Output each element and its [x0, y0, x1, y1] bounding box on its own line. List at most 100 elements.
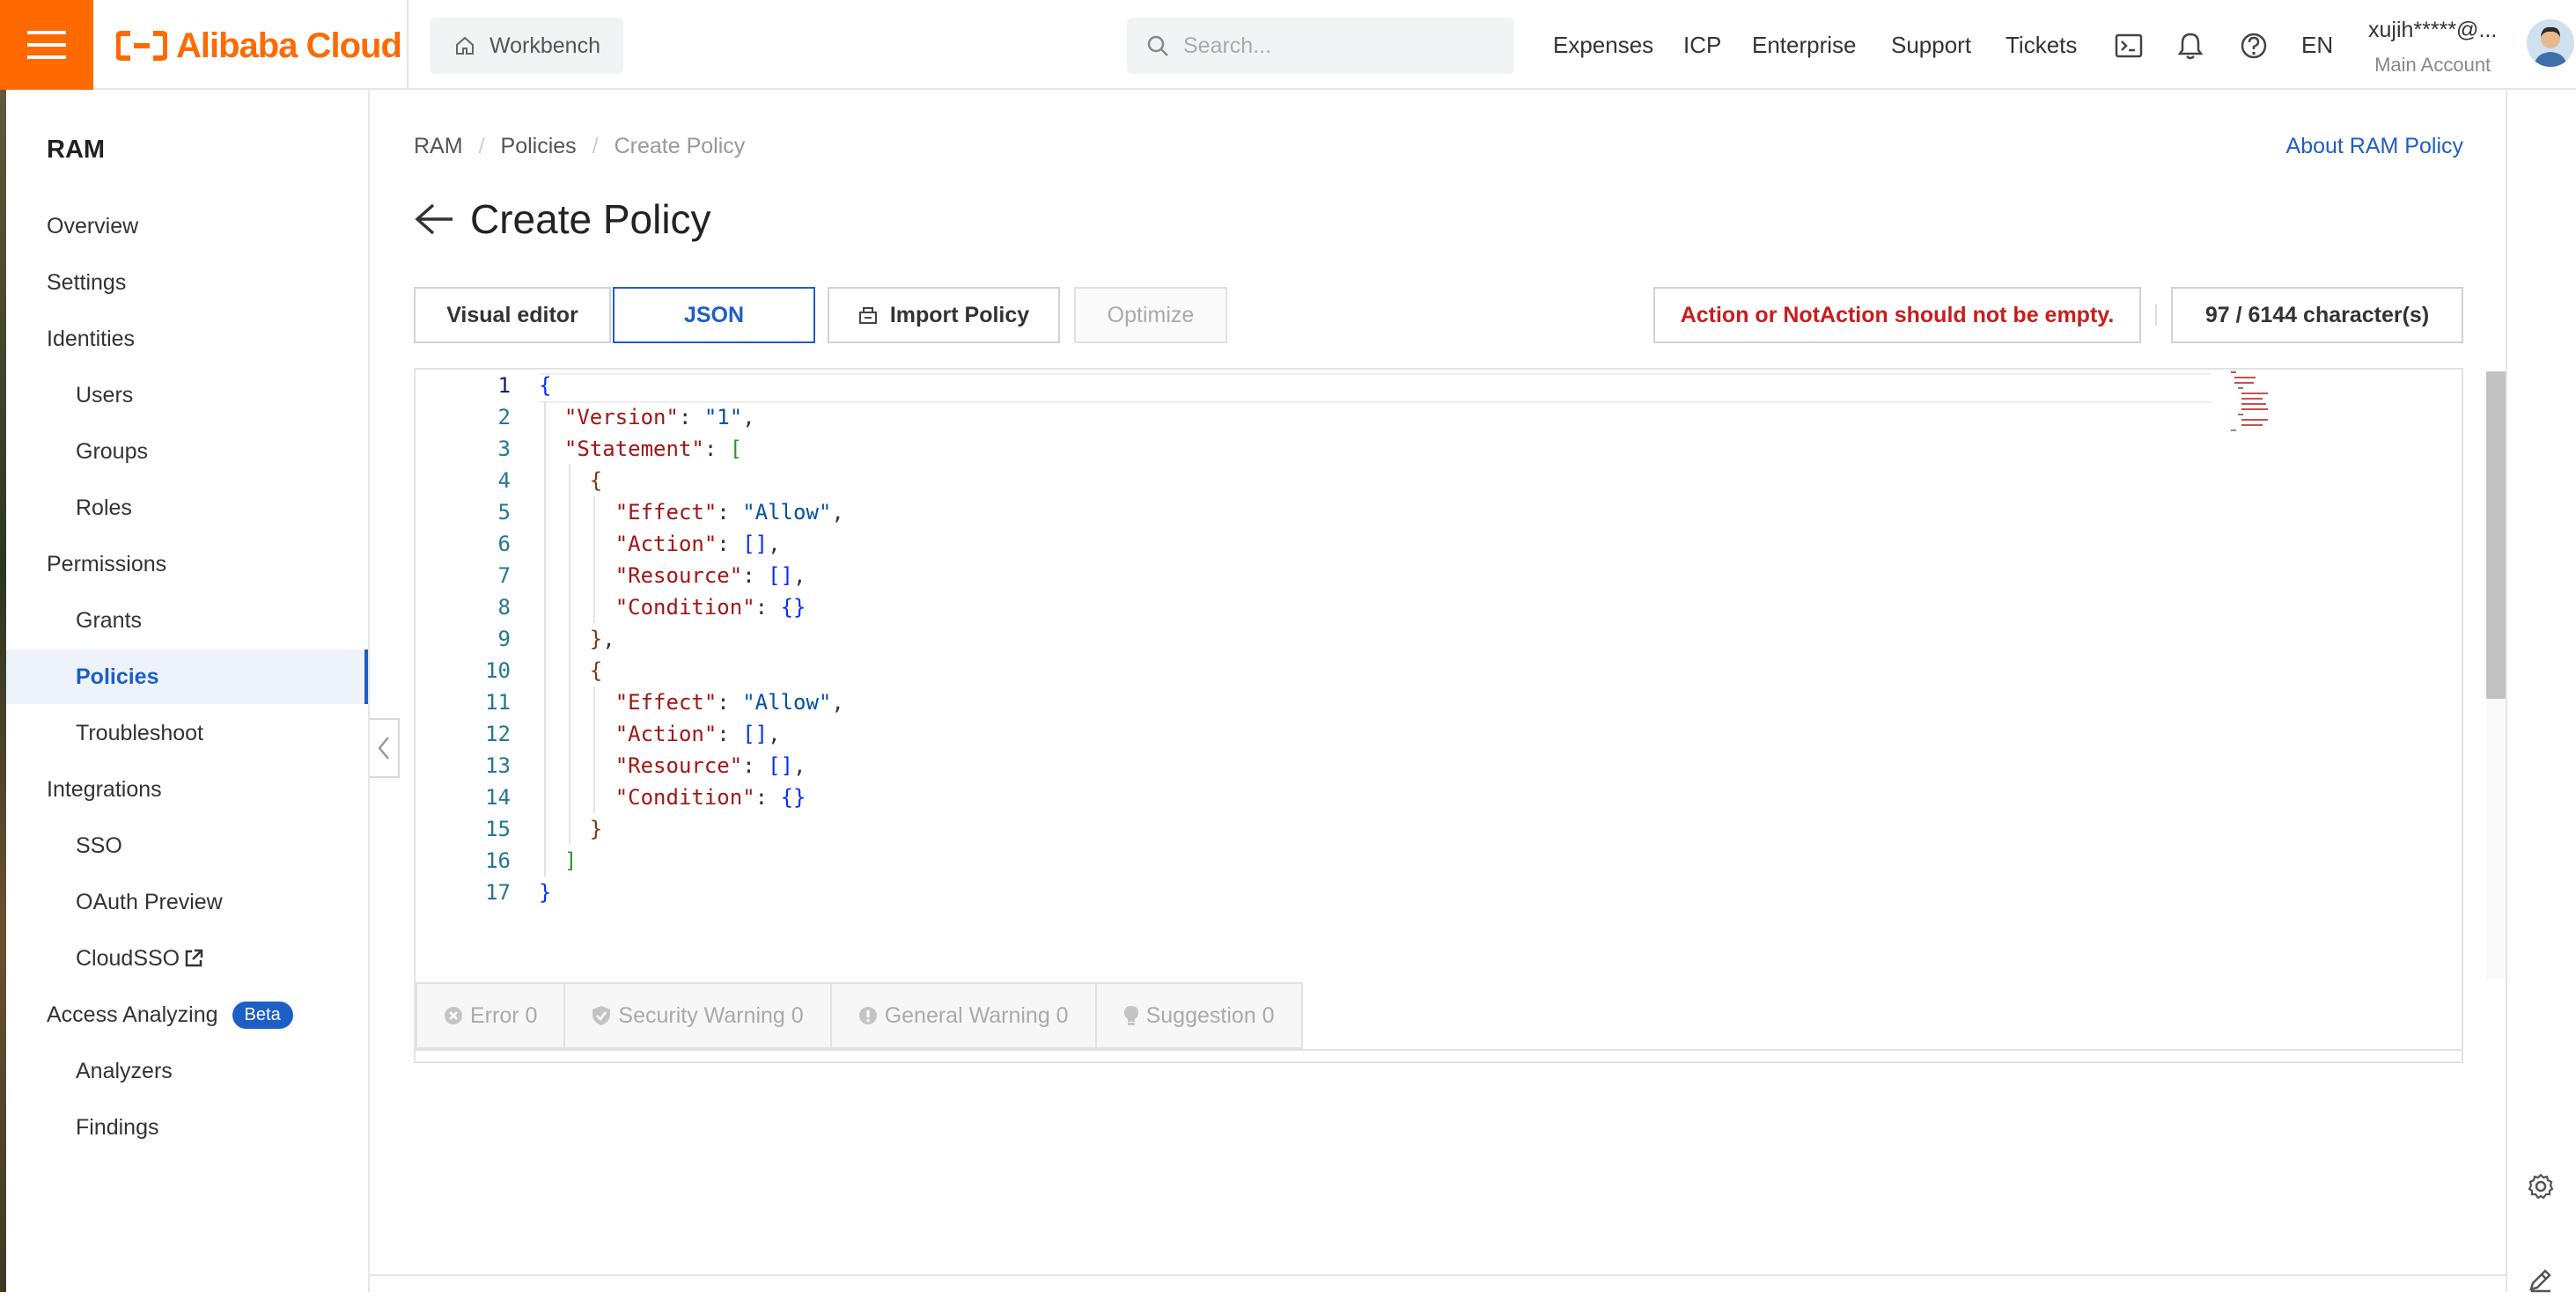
nav-icp[interactable]: ICP — [1683, 0, 1721, 90]
sidebar-item-label: Findings — [76, 1114, 159, 1140]
sidebar-item-permissions[interactable]: Permissions — [6, 537, 368, 591]
sidebar-item-label: Identities — [47, 326, 136, 351]
search-box[interactable] — [1127, 18, 1514, 74]
line-number: 6 — [497, 532, 511, 556]
account-name: xujih*****@... — [2368, 18, 2498, 42]
language-switch[interactable]: EN — [2301, 0, 2333, 90]
sidebar-item-grants[interactable]: Grants — [6, 593, 368, 648]
code-line: } — [589, 817, 603, 841]
breadcrumb-separator: / — [592, 134, 599, 158]
code-line: "Effect": "Allow", — [615, 500, 844, 525]
line-number: 1 — [497, 373, 511, 398]
alibaba-cloud-logo[interactable]: Alibaba Cloud — [116, 25, 402, 67]
line-number: 11 — [485, 690, 511, 715]
sidebar-item-overview[interactable]: Overview — [6, 199, 368, 253]
line-number: 8 — [497, 595, 511, 620]
breadcrumb-separator: / — [478, 134, 485, 158]
sidebar-item-label: Permissions — [47, 551, 167, 576]
gear-icon — [2528, 1173, 2554, 1200]
sidebar-item-label: Roles — [76, 495, 132, 520]
line-number: 12 — [485, 722, 511, 746]
sidebar-item-oauth-preview[interactable]: OAuth Preview — [6, 875, 368, 929]
line-number-gutter: 1 2 3 4 5 6 7 8 9 10 11 12 13 14 15 16 1… — [416, 370, 511, 986]
sidebar-item-identities[interactable]: Identities — [6, 312, 368, 366]
home-icon — [456, 36, 474, 55]
account-menu[interactable]: xujih*****@... Main Account — [2368, 18, 2497, 77]
sidebar-item-roles[interactable]: Roles — [6, 481, 368, 535]
menu-button[interactable] — [0, 0, 93, 90]
sidebar-item-label: Groups — [76, 438, 148, 464]
security-warnings-count: Security Warning 0 — [618, 1002, 804, 1028]
nav-enterprise[interactable]: Enterprise — [1752, 0, 1857, 90]
sidebar-item-integrations[interactable]: Integrations — [6, 762, 368, 817]
sidebar-item-troubleshoot[interactable]: Troubleshoot — [6, 706, 368, 760]
sidebar-item-access-analyzing[interactable]: Access Analyzing Beta — [6, 987, 368, 1042]
settings-button[interactable] — [2521, 1167, 2560, 1206]
tab-json[interactable]: JSON — [613, 287, 815, 343]
divider — [416, 1049, 2462, 1051]
import-policy-label: Import Policy — [889, 302, 1030, 327]
back-arrow-icon[interactable] — [414, 202, 454, 237]
notifications-button[interactable] — [2173, 28, 2208, 63]
import-policy-button[interactable]: Import Policy — [828, 287, 1060, 343]
code-line: "Statement": [ — [563, 437, 743, 461]
code-minimap[interactable] — [2231, 371, 2277, 433]
breadcrumb-policies[interactable]: Policies — [501, 134, 577, 159]
tab-errors[interactable]: Error 0 — [416, 982, 566, 1049]
sidebar-item-sso[interactable]: SSO — [6, 818, 368, 873]
tab-general-warnings[interactable]: General Warning 0 — [831, 982, 1097, 1049]
sidebar-item-label: Access Analyzing — [47, 1002, 218, 1027]
top-bar: Alibaba Cloud Workbench Expenses ICP Ent… — [0, 0, 2576, 90]
nav-expenses[interactable]: Expenses — [1553, 0, 1653, 90]
nav-support[interactable]: Support — [1891, 0, 1971, 90]
page-header: Create Policy — [414, 195, 711, 243]
search-input[interactable] — [1181, 32, 1502, 60]
user-avatar-icon — [2527, 19, 2574, 67]
sidebar-item-label: Troubleshoot — [76, 720, 203, 745]
tab-visual-editor[interactable]: Visual editor — [414, 287, 611, 343]
line-number: 2 — [497, 405, 511, 429]
sidebar-item-cloudsso[interactable]: CloudSSO — [6, 931, 368, 986]
sidebar-item-label: Grants — [76, 607, 143, 633]
json-code-editor[interactable]: 1 2 3 4 5 6 7 8 9 10 11 12 13 14 15 16 1… — [414, 368, 2509, 1063]
sidebar-item-settings[interactable]: Settings — [6, 255, 368, 310]
sidebar-item-label: OAuth Preview — [76, 889, 223, 914]
sidebar-item-findings[interactable]: Findings — [6, 1100, 368, 1155]
sidebar-item-users[interactable]: Users — [6, 368, 368, 422]
nav-tickets[interactable]: Tickets — [2006, 0, 2077, 90]
code-line: "Action": [], — [615, 722, 781, 746]
help-icon — [2241, 33, 2267, 59]
workbench-label: Workbench — [489, 33, 600, 58]
terminal-button[interactable] — [2111, 28, 2146, 63]
optimize-button[interactable]: Optimize — [1074, 287, 1227, 343]
pencil-icon — [2529, 1269, 2551, 1293]
tab-security-warnings[interactable]: Security Warning 0 — [565, 982, 832, 1049]
general-warnings-count: General Warning 0 — [884, 1002, 1069, 1028]
account-type: Main Account — [2374, 54, 2491, 76]
line-number: 7 — [497, 563, 511, 588]
divider — [370, 1274, 2506, 1276]
problems-tabs: Error 0 Security Warning 0 General Warni… — [416, 982, 1317, 1049]
workbench-button[interactable]: Workbench — [430, 18, 623, 74]
avatar[interactable] — [2527, 19, 2574, 67]
breadcrumb-ram[interactable]: RAM — [414, 134, 463, 159]
line-number: 10 — [485, 658, 511, 683]
edit-button[interactable] — [2521, 1260, 2560, 1299]
line-number: 3 — [497, 437, 511, 461]
sidebar-item-analyzers[interactable]: Analyzers — [6, 1044, 368, 1098]
tab-suggestions[interactable]: Suggestion 0 — [1096, 982, 1303, 1049]
line-number: 15 — [485, 817, 511, 841]
breadcrumb-current: Create Policy — [614, 134, 746, 158]
main-content: RAM / Policies / Create Policy About RAM… — [370, 90, 2509, 1292]
divider — [407, 0, 408, 88]
sidebar-item-policies[interactable]: Policies — [6, 650, 368, 704]
line-number: 14 — [485, 785, 511, 810]
sidebar-item-label: CloudSSO — [76, 945, 180, 971]
sidebar-item-groups[interactable]: Groups — [6, 424, 368, 479]
breadcrumb: RAM / Policies / Create Policy — [414, 134, 745, 159]
background-strip — [0, 90, 6, 1292]
about-ram-policy-link[interactable]: About RAM Policy — [2286, 134, 2463, 159]
help-button[interactable] — [2236, 28, 2271, 63]
search-icon — [1147, 35, 1168, 56]
code-content[interactable]: { "Version": "1", "Statement": [ { "Effe… — [539, 370, 2185, 986]
